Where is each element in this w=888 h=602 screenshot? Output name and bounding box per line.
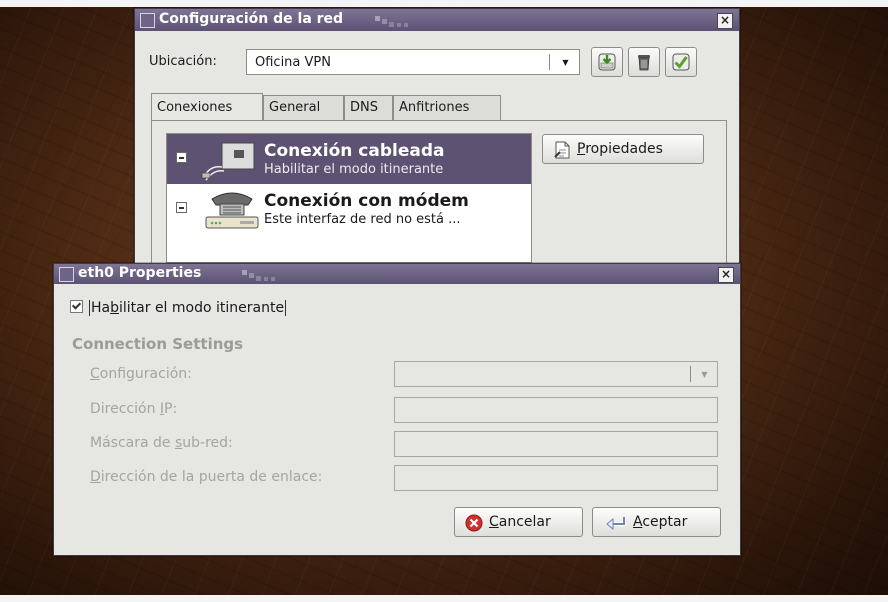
network-config-window: Configuración de la red × Ubicación: Ofi…: [134, 8, 740, 290]
label-part: ub-red:: [182, 435, 233, 451]
configuration-label: Configuración:: [90, 366, 192, 382]
close-icon[interactable]: ×: [717, 13, 733, 29]
chevron-down-icon: ▼: [701, 370, 708, 379]
roaming-label-end: ilitar el modo itinerante: [119, 300, 285, 316]
accept-label: ceptar: [642, 514, 688, 530]
label-part: Máscara de: [90, 435, 175, 451]
label-part: P:: [164, 401, 178, 417]
combo-separator: [549, 54, 550, 70]
titlebar-decoration-icon: [242, 270, 275, 281]
ip-address-label: Dirección IP:: [90, 401, 177, 417]
connection-description: Habilitar el modo itinerante: [264, 162, 444, 177]
connection-toggle-checkbox[interactable]: [176, 152, 187, 163]
subnet-mask-label: Máscara de sub-red:: [90, 435, 233, 451]
configuration-combo[interactable]: ▼: [394, 361, 718, 387]
gateway-field[interactable]: [394, 465, 718, 491]
save-location-button[interactable]: [591, 47, 623, 77]
eth0-properties-dialog: eth0 Properties × Habilitar el modo itin…: [53, 263, 741, 556]
dialog-title: eth0 Properties: [78, 265, 202, 281]
accept-icon: [606, 517, 626, 531]
properties-mnemonic: P: [577, 141, 586, 157]
tab-general[interactable]: General: [263, 95, 344, 121]
roaming-label-mnemonic: b: [110, 300, 119, 316]
section-title: Connection Settings: [72, 335, 244, 353]
bottom-panel-edge: [0, 595, 888, 602]
roaming-checkbox[interactable]: [70, 300, 83, 313]
modem-phone-icon: [205, 192, 259, 229]
delete-location-icon: [638, 55, 650, 71]
cancel-label: ancelar: [498, 514, 551, 530]
connection-list: Conexión cableada Habilitar el modo itin…: [166, 133, 532, 263]
cancel-mnemonic: C: [489, 514, 499, 530]
accept-button[interactable]: Aceptar: [592, 507, 721, 537]
window-titlebar[interactable]: Configuración de la red ×: [135, 9, 739, 31]
window-title: Configuración de la red: [159, 11, 344, 27]
roaming-label-start: Ha: [91, 300, 111, 316]
label-mnemonic: D: [90, 469, 101, 485]
tab-dns[interactable]: DNS: [344, 95, 393, 121]
list-item-wired-connection[interactable]: Conexión cableada Habilitar el modo itin…: [167, 134, 531, 184]
wired-network-icon: [201, 142, 255, 181]
connection-description: Este interfaz de red no está ...: [264, 212, 461, 227]
connection-toggle-checkbox[interactable]: [176, 202, 187, 213]
close-icon[interactable]: ×: [718, 267, 734, 283]
subnet-mask-field[interactable]: [394, 431, 718, 457]
dialog-titlebar[interactable]: eth0 Properties ×: [54, 264, 740, 284]
chevron-down-icon: ▼: [562, 58, 569, 67]
top-panel-edge: [0, 0, 888, 7]
location-value: Oficina VPN: [255, 55, 331, 70]
properties-label: ropiedades: [585, 141, 663, 157]
apply-location-button[interactable]: [665, 47, 697, 77]
connection-name: Conexión cableada: [264, 141, 445, 161]
connection-name: Conexión con módem: [264, 191, 469, 211]
tab-anfitriones[interactable]: Anfitriones: [393, 95, 501, 121]
titlebar-decoration-icon: [375, 16, 408, 27]
properties-icon: [554, 141, 570, 159]
window-menu-icon[interactable]: [140, 13, 155, 28]
combo-separator: [690, 366, 691, 382]
tab-conexiones[interactable]: Conexiones: [151, 93, 263, 121]
properties-button[interactable]: Propiedades: [542, 134, 704, 164]
label-part: irección de la puerta de enlace:: [100, 469, 323, 485]
location-combo[interactable]: Oficina VPN ▼: [246, 49, 580, 75]
roaming-checkbox-row[interactable]: Habilitar el modo itinerante: [70, 300, 287, 316]
label-mnemonic: C: [90, 366, 100, 382]
cancel-icon: [465, 514, 483, 532]
window-menu-icon[interactable]: [59, 267, 74, 282]
apply-location-icon: [672, 53, 690, 71]
label-part: Dirección: [90, 401, 160, 417]
cancel-button[interactable]: Cancelar: [454, 507, 583, 537]
list-item-modem-connection[interactable]: Conexión con módem Este interfaz de red …: [167, 184, 531, 234]
gateway-label: Dirección de la puerta de enlace:: [90, 469, 322, 485]
accept-mnemonic: A: [633, 514, 643, 530]
save-location-icon: [598, 53, 616, 71]
label-part: onfiguración:: [99, 366, 192, 382]
ip-address-field[interactable]: [394, 397, 718, 423]
location-label: Ubicación:: [149, 54, 217, 69]
delete-location-button[interactable]: [628, 47, 660, 77]
